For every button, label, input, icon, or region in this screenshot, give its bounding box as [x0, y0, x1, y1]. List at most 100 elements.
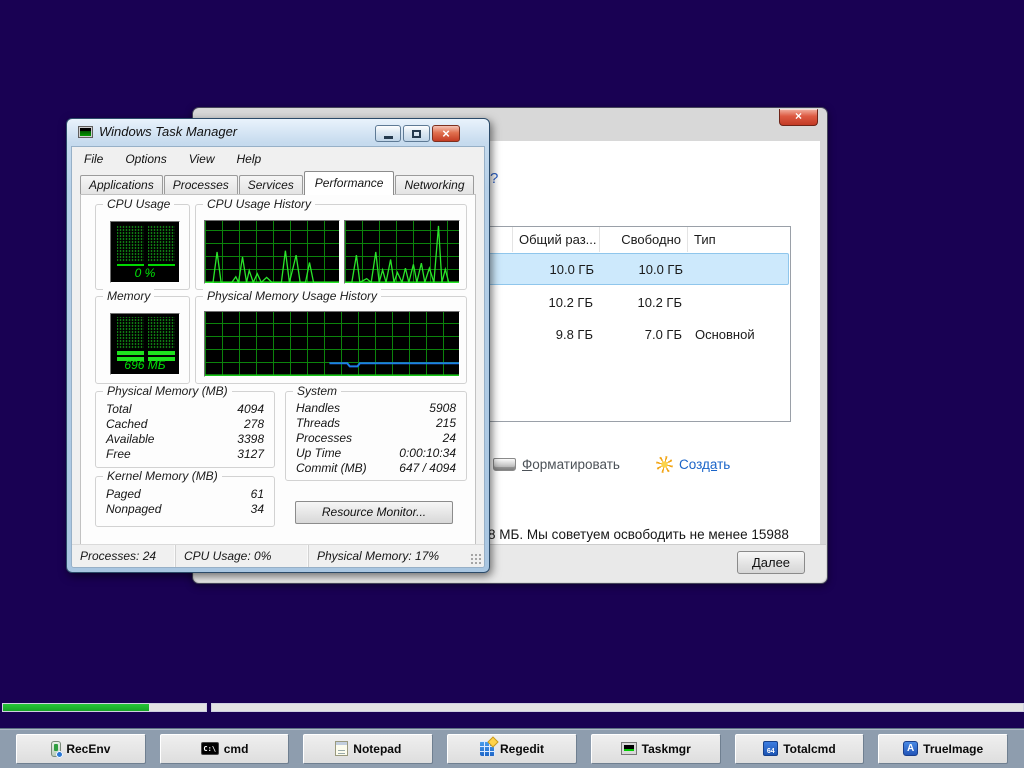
taskbar: RecEnv C:\ cmd Notepad Regedit Taskmgr 6… — [0, 728, 1024, 768]
stat-label: Cached — [106, 417, 147, 431]
led-dither — [117, 317, 144, 349]
minimize-button[interactable] — [375, 125, 401, 142]
taskbar-button-cmd[interactable]: C:\ cmd — [160, 734, 290, 764]
stat-value: 24 — [443, 431, 456, 445]
close-icon[interactable]: × — [779, 109, 818, 126]
cpu-history-chart-1 — [204, 220, 340, 284]
resize-grip[interactable] — [470, 553, 481, 564]
stat-value: 278 — [244, 417, 264, 431]
column-type: Тип — [688, 227, 790, 252]
stat-label: Commit (MB) — [296, 461, 367, 475]
menu-help[interactable]: Help — [231, 150, 268, 168]
stat-label: Total — [106, 402, 132, 416]
physical-memory-group: Physical Memory (MB) Total4094 Cached278… — [95, 391, 275, 468]
performance-tab-page: CPU Usage 0 % CPU Usage History — [80, 194, 476, 546]
memory-led-bar — [148, 351, 175, 355]
taskbar-button-regedit[interactable]: Regedit — [447, 734, 577, 764]
led-dither — [117, 225, 144, 262]
memory-history-group: Physical Memory Usage History — [195, 296, 467, 384]
tab-services[interactable]: Services — [239, 175, 303, 195]
cell-size: 10.0 ГБ — [515, 254, 602, 284]
desktop: × ? Общий раз... Свободно Тип 10.0 ГБ 10… — [0, 0, 1024, 768]
kernel-memory-group: Kernel Memory (MB) Paged61 Nonpaged34 — [95, 476, 275, 527]
cell-type: Основной — [689, 318, 789, 350]
memory-group: Memory 696 МБ — [95, 296, 190, 384]
cpu-history-chart-2 — [344, 220, 460, 284]
cell-free: 10.0 ГБ — [602, 254, 690, 284]
memory-led-bar — [117, 351, 144, 355]
group-label: Physical Memory (MB) — [103, 384, 232, 398]
memory-history-chart — [204, 311, 460, 377]
group-label: Kernel Memory (MB) — [103, 469, 222, 483]
format-link[interactable]: Форматировать — [493, 457, 620, 472]
system-group: System Handles5908 Threads215 Processes2… — [285, 391, 467, 481]
cell-type — [689, 286, 789, 318]
stat-label: Handles — [296, 401, 340, 415]
cell-free: 10.2 ГБ — [601, 286, 689, 318]
menu-file[interactable]: File — [78, 150, 109, 168]
stat-value: 3127 — [237, 447, 264, 461]
tab-networking[interactable]: Networking — [395, 175, 473, 195]
menu-view[interactable]: View — [183, 150, 221, 168]
column-free: Свободно — [600, 227, 688, 252]
taskbar-button-notepad[interactable]: Notepad — [303, 734, 433, 764]
stat-value: 34 — [251, 502, 264, 516]
taskbar-button-label: RecEnv — [66, 742, 110, 756]
stat-value: 3398 — [237, 432, 264, 446]
taskbar-button-trueimage[interactable]: A TrueImage — [878, 734, 1008, 764]
taskbar-button-taskmgr[interactable]: Taskmgr — [591, 734, 721, 764]
cell-size: 9.8 ГБ — [514, 318, 601, 350]
taskbar-button-label: Notepad — [353, 742, 401, 756]
stat-label: Available — [106, 432, 154, 446]
stat-value: 5908 — [429, 401, 456, 415]
tab-applications[interactable]: Applications — [80, 175, 163, 195]
cell-type — [690, 254, 788, 284]
tab-processes[interactable]: Processes — [164, 175, 238, 195]
menu-options[interactable]: Options — [119, 150, 172, 168]
taskbar-button-label: cmd — [224, 742, 249, 756]
taskbar-button-label: Taskmgr — [642, 742, 691, 756]
stat-label: Paged — [106, 487, 141, 501]
stat-label: Up Time — [296, 446, 341, 460]
group-label: CPU Usage — [103, 197, 174, 211]
totalcmd-icon: 64 — [763, 741, 778, 756]
progress-bar-right — [211, 703, 1024, 712]
task-manager-icon — [78, 126, 93, 138]
next-button[interactable]: Далее — [737, 551, 805, 574]
taskbar-button-label: Regedit — [500, 742, 544, 756]
stat-value: 0:00:10:34 — [399, 446, 456, 460]
progress-fill — [3, 704, 149, 711]
task-manager-client-area: File Options View Help Applications Proc… — [71, 146, 485, 568]
taskbar-button-label: TrueImage — [923, 742, 983, 756]
close-button[interactable]: × — [432, 125, 460, 142]
cpu-history-group: CPU Usage History — [195, 204, 467, 290]
trueimage-icon: A — [903, 741, 918, 756]
menu-bar: File Options View Help — [78, 150, 267, 168]
minimize-icon — [384, 136, 393, 139]
cpu-usage-group: CPU Usage 0 % — [95, 204, 190, 290]
status-physical-memory: Physical Memory: 17% — [309, 545, 484, 567]
tab-performance[interactable]: Performance — [304, 171, 395, 195]
column-total-size: Общий раз... — [513, 227, 600, 252]
group-label: CPU Usage History — [203, 197, 315, 211]
cmd-icon: C:\ — [201, 742, 219, 755]
taskbar-button-totalcmd[interactable]: 64 Totalcmd — [735, 734, 865, 764]
progress-bar-left — [2, 703, 207, 712]
taskmgr-icon — [621, 742, 637, 755]
stat-value: 61 — [251, 487, 264, 501]
status-processes: Processes: 24 — [72, 545, 176, 567]
stat-value: 4094 — [237, 402, 264, 416]
drive-icon — [493, 458, 516, 471]
maximize-button[interactable] — [403, 125, 430, 142]
memory-value: 696 МБ — [111, 358, 179, 372]
taskbar-button-recenv[interactable]: RecEnv — [16, 734, 146, 764]
stat-label: Free — [106, 447, 131, 461]
stat-label: Threads — [296, 416, 340, 430]
resource-monitor-button[interactable]: Resource Monitor... — [295, 501, 453, 524]
disk-space-note: 8 МБ. Мы советуем освободить не менее 15… — [488, 527, 789, 542]
create-link[interactable]: Создать — [656, 456, 730, 473]
stat-value: 215 — [436, 416, 456, 430]
stat-label: Nonpaged — [106, 502, 161, 516]
group-label: System — [293, 384, 341, 398]
stat-value: 647 / 4094 — [399, 461, 456, 475]
